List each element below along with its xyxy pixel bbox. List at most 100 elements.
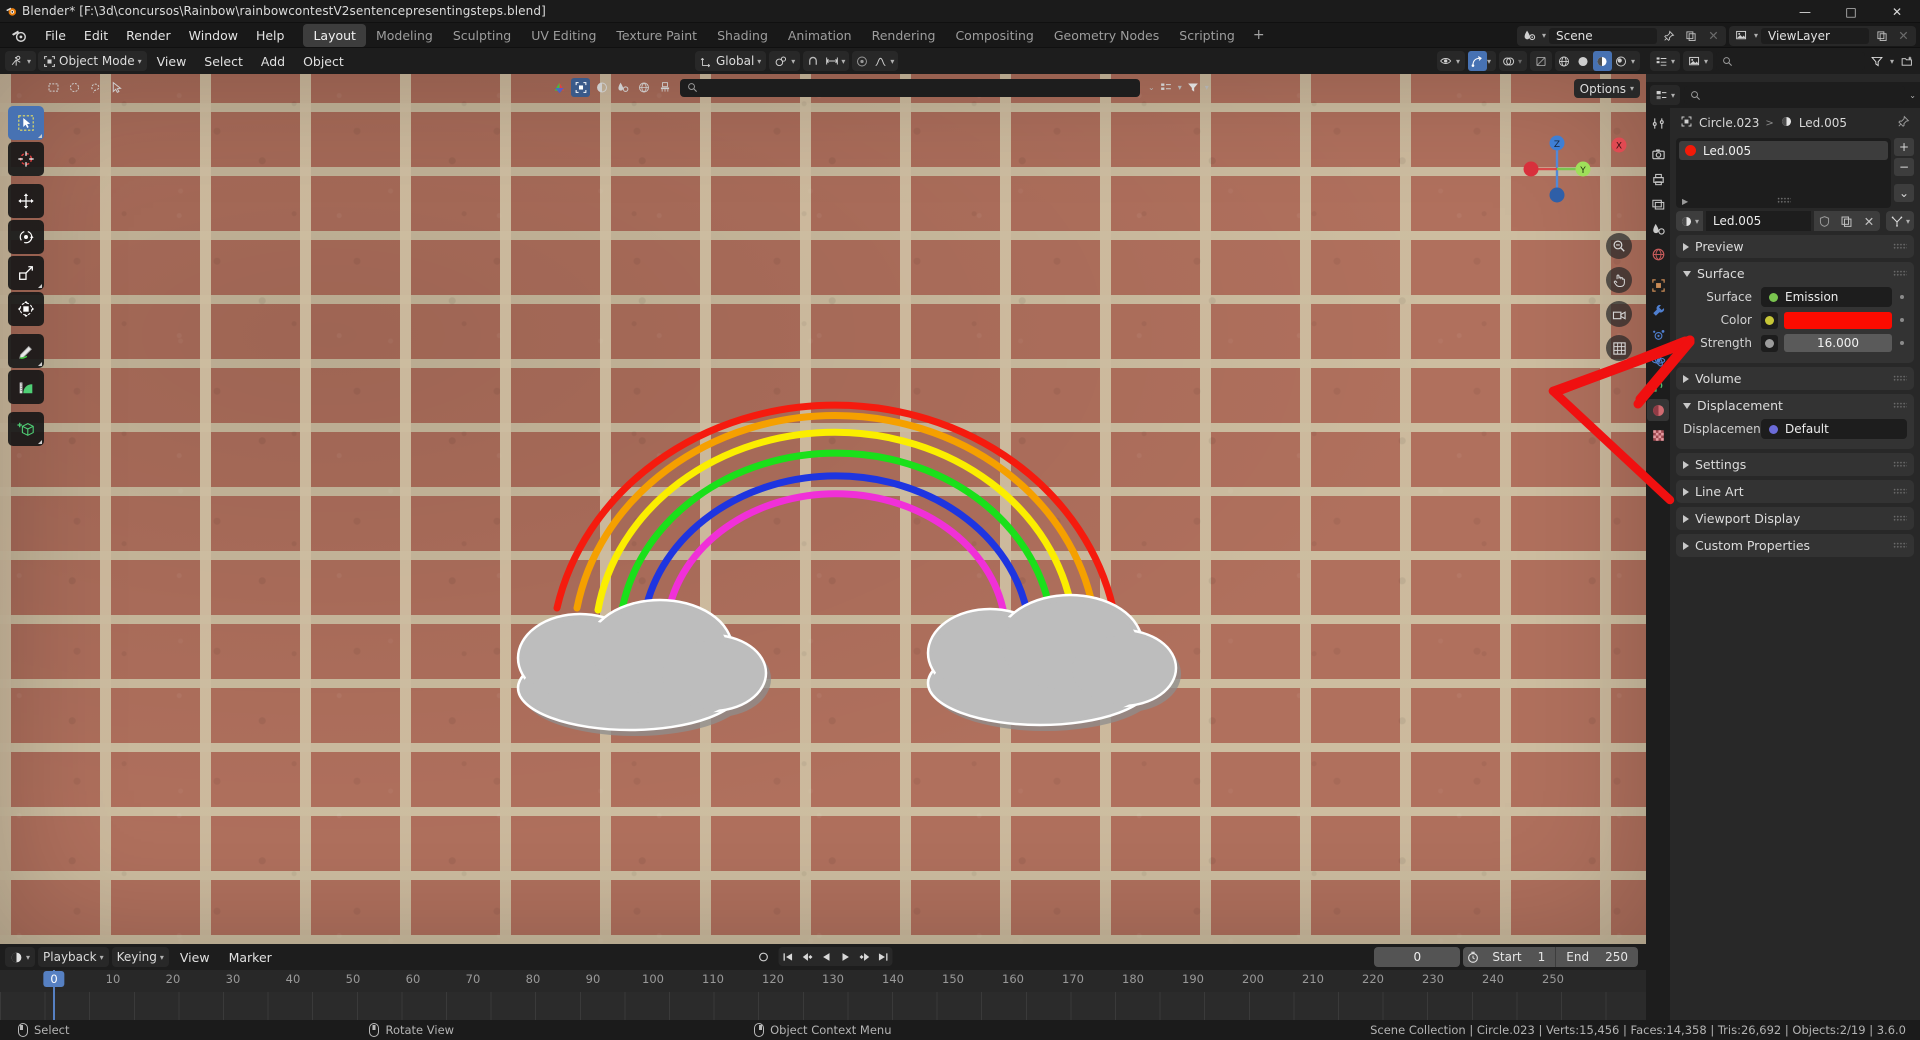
panel-custom-properties[interactable]: Custom Properties — [1676, 534, 1914, 557]
properties-tab-tool[interactable] — [1647, 112, 1669, 134]
properties-tab-view-layer[interactable] — [1647, 193, 1669, 215]
material-name-field[interactable]: Led.005 — [1706, 211, 1811, 231]
fake-user-shield-icon[interactable] — [1814, 211, 1836, 231]
panel-settings-header[interactable]: Settings — [1676, 453, 1914, 476]
move-view-icon[interactable] — [1606, 267, 1632, 293]
properties-search-input[interactable] — [1684, 86, 1906, 104]
scene-selector[interactable]: ▾ Scene ✕ — [1516, 25, 1726, 46]
snap-magnet-icon[interactable] — [803, 51, 822, 71]
menu-render[interactable]: Render — [117, 25, 180, 46]
3d-viewport[interactable]: ▾ Object Mode ▾ View Select Add Object G… — [0, 48, 1646, 944]
properties-tab-render[interactable] — [1647, 143, 1669, 165]
pin-scene-icon[interactable] — [1660, 26, 1679, 45]
minimize-button[interactable]: — — [1782, 0, 1828, 23]
surface-shader-field[interactable]: Emission — [1761, 287, 1892, 307]
end-frame-field[interactable]: End 250 — [1555, 947, 1638, 967]
snap-target-icon[interactable] — [822, 51, 841, 71]
viewport-menu-select[interactable]: Select — [196, 52, 251, 71]
transform-orientation-selector[interactable]: Global ▾ — [695, 51, 767, 71]
viewport-search-input[interactable] — [680, 78, 1140, 97]
select-circle-mode-icon[interactable] — [65, 78, 84, 97]
falloff-curve-icon[interactable] — [871, 51, 890, 71]
current-frame-field[interactable]: 0 — [1374, 947, 1461, 967]
toggle-orthographic-icon[interactable] — [1606, 335, 1632, 361]
properties-tab-world[interactable] — [1647, 243, 1669, 265]
strength-socket-box[interactable] — [1761, 334, 1778, 352]
material-display-filter-button[interactable]: ▾ — [1885, 211, 1914, 231]
view-layer-name-field[interactable]: ViewLayer — [1761, 27, 1869, 44]
navigation-gizmo[interactable]: Z Y — [1520, 132, 1594, 206]
filter-list-chevron-down-icon[interactable]: ▾ — [1178, 83, 1182, 92]
workspace-tab-uv-editing[interactable]: UV Editing — [521, 24, 606, 47]
tool-transform[interactable] — [8, 292, 44, 326]
remove-view-layer-icon[interactable]: ✕ — [1894, 26, 1913, 45]
outliner-display-mode-selector[interactable]: ▾ — [1683, 51, 1714, 71]
properties-tab-modifier[interactable] — [1647, 299, 1669, 321]
timeline-editor[interactable]: ▾ Playback ▾ Keying ▾ View Marker 0 Star… — [0, 944, 1646, 1020]
jump-to-end-icon[interactable] — [874, 947, 893, 966]
panel-line-art[interactable]: Line Art — [1676, 480, 1914, 503]
rendered-shading-icon[interactable] — [1612, 51, 1631, 71]
visibility-chevron-down-icon[interactable]: ▾ — [1456, 57, 1465, 66]
falloff-chevron-down-icon[interactable]: ▾ — [890, 57, 898, 66]
timeline-ruler[interactable]: 0 10 20 30 40 50 60 70 80 90 100 110 120 130 140 150 160… — [0, 970, 1646, 992]
color-socket-box[interactable] — [1761, 311, 1778, 329]
properties-tab-material[interactable] — [1647, 399, 1669, 421]
tool-scale[interactable] — [8, 256, 44, 290]
properties-tab-particles[interactable] — [1647, 324, 1669, 346]
viewport-menu-object[interactable]: Object — [295, 52, 352, 71]
new-view-layer-icon[interactable] — [1872, 26, 1891, 45]
solid-shading-icon[interactable] — [1574, 51, 1593, 71]
tool-annotate[interactable] — [8, 334, 44, 368]
outliner-editor-type-selector[interactable]: ▾ — [1650, 51, 1681, 71]
filter-list-icon[interactable] — [1157, 78, 1176, 97]
properties-tab-object[interactable] — [1647, 274, 1669, 296]
select-tweak-mode-icon[interactable] — [107, 78, 126, 97]
resize-grip-icon[interactable] — [1776, 196, 1791, 204]
panel-viewport-display[interactable]: Viewport Display — [1676, 507, 1914, 530]
toggle-camera-view-icon[interactable] — [1606, 301, 1632, 327]
timeline-playback-menu[interactable]: Playback ▾ — [38, 947, 109, 967]
select-box-mode-icon[interactable] — [44, 78, 63, 97]
properties-editor[interactable]: ▾ ⌄ Circle.023 > Led.005 Led.005 ▶ + − ⌄… — [1646, 82, 1920, 1020]
timeline-track-area[interactable] — [0, 992, 1646, 1020]
show-gizmo-icon[interactable] — [1467, 51, 1487, 71]
properties-tab-physics[interactable] — [1647, 349, 1669, 371]
filter-funnel-chevron-down-icon[interactable]: ▾ — [1205, 83, 1209, 92]
panel-surface[interactable]: Surface Surface Emission Color Strength … — [1676, 262, 1914, 363]
properties-tab-output[interactable] — [1647, 168, 1669, 190]
previous-keyframe-icon[interactable] — [798, 947, 817, 966]
xray-toggle-icon[interactable] — [1529, 51, 1552, 71]
filter-object-icon[interactable] — [571, 78, 590, 97]
view-layer-selector[interactable]: ▾ ViewLayer ✕ — [1728, 25, 1916, 46]
menu-window[interactable]: Window — [180, 25, 247, 46]
breadcrumb-object-name[interactable]: Circle.023 — [1699, 116, 1759, 130]
new-scene-icon[interactable] — [1682, 26, 1701, 45]
unlink-scene-icon[interactable]: ✕ — [1704, 26, 1723, 45]
menu-edit[interactable]: Edit — [75, 25, 117, 46]
workspace-tab-animation[interactable]: Animation — [778, 24, 862, 47]
menu-help[interactable]: Help — [247, 25, 294, 46]
tool-move[interactable] — [8, 184, 44, 218]
panel-displacement-header[interactable]: Displacement — [1676, 394, 1914, 417]
panel-volume[interactable]: Volume — [1676, 367, 1914, 390]
viewport-menu-view[interactable]: View — [149, 52, 195, 71]
workspace-tab-shading[interactable]: Shading — [707, 24, 778, 47]
workspace-tab-compositing[interactable]: Compositing — [945, 24, 1043, 47]
properties-tab-constraints[interactable] — [1647, 374, 1669, 396]
tool-tweak-select[interactable] — [8, 106, 44, 140]
material-filter-color-icon[interactable] — [550, 78, 569, 97]
workspace-tab-modeling[interactable]: Modeling — [366, 24, 443, 47]
panel-volume-header[interactable]: Volume — [1676, 367, 1914, 390]
outliner-search-input[interactable] — [1716, 52, 1865, 70]
panel-preview-header[interactable]: Preview — [1676, 235, 1914, 258]
panel-settings[interactable]: Settings — [1676, 453, 1914, 476]
editor-type-selector[interactable]: ▾ — [5, 51, 37, 71]
material-slot-row[interactable]: Led.005 — [1679, 141, 1888, 160]
strength-animate-dot[interactable] — [1897, 341, 1907, 345]
new-collection-icon[interactable] — [1897, 52, 1916, 71]
properties-editor-type-selector[interactable]: ▾ — [1650, 85, 1681, 105]
blender-logo-icon[interactable] — [6, 26, 32, 44]
surface-animate-dot[interactable] — [1897, 295, 1907, 299]
filter-brush-icon[interactable] — [655, 78, 674, 97]
